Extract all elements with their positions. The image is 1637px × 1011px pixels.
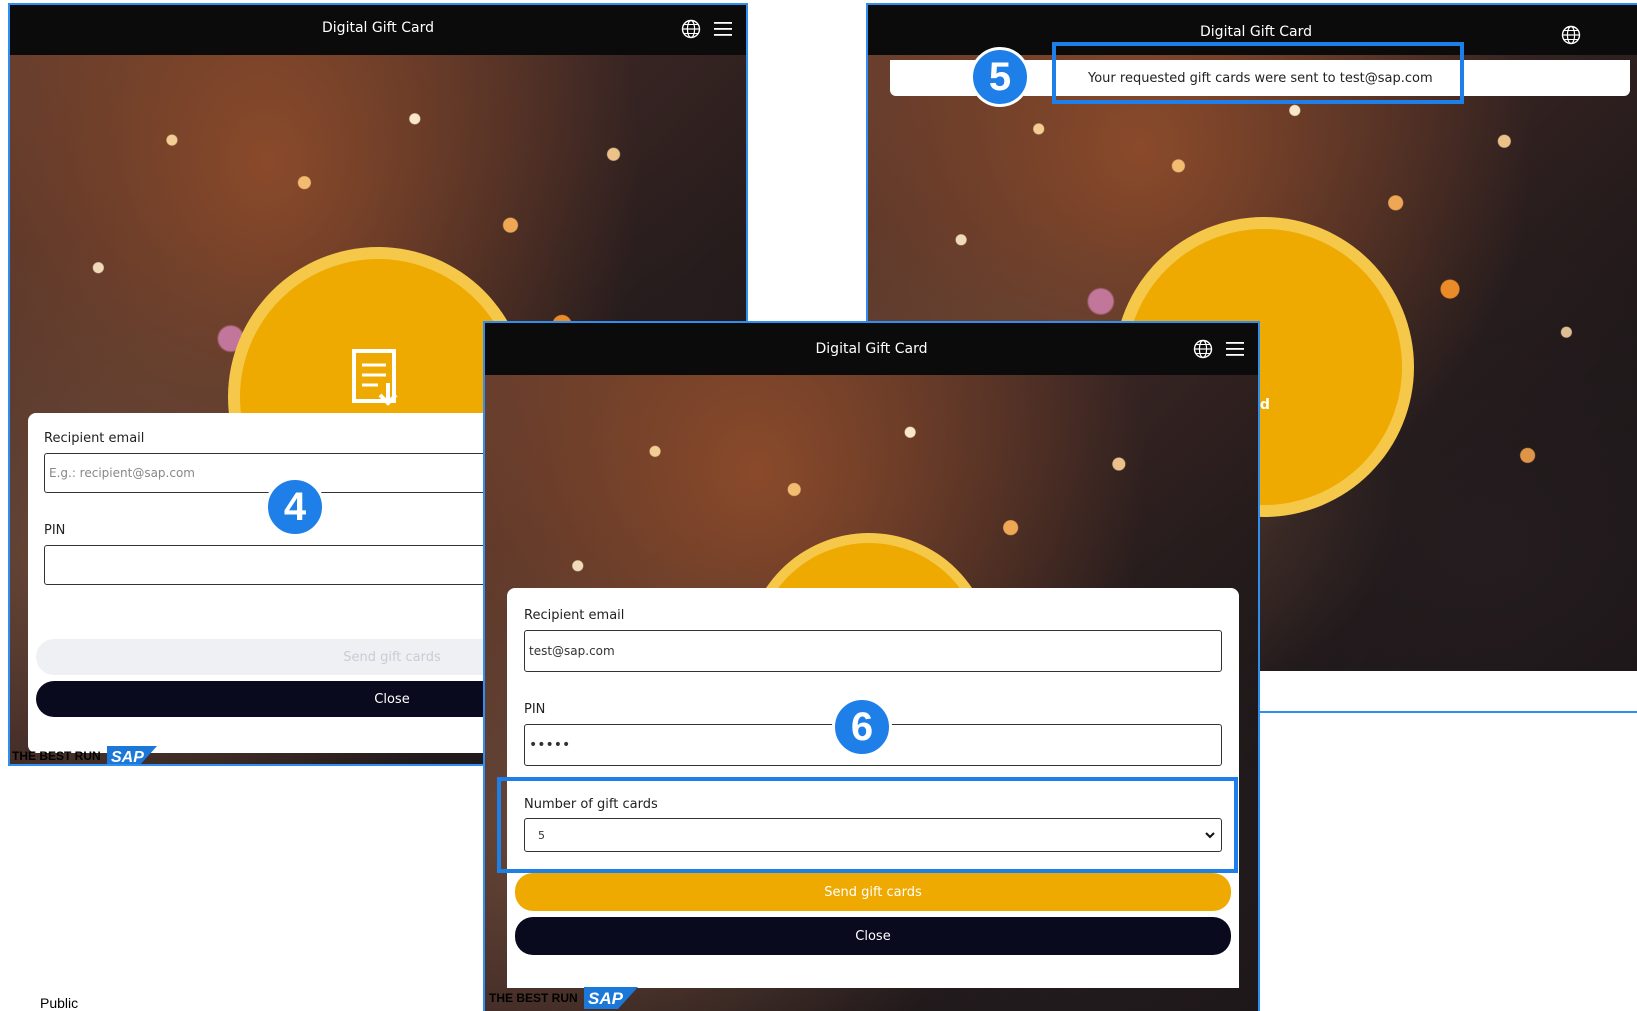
app-title: Digital Gift Card [322,20,434,36]
classification-label: Public [40,995,79,1011]
close-button[interactable]: Close [515,917,1231,955]
step-badge-5: 5 [970,47,1030,107]
app-title: Digital Gift Card [1200,24,1312,40]
logo-tagline: THE BEST RUN [489,991,578,1005]
recipient-email-label: Recipient email [44,431,145,446]
send-gift-cards-label: Send gift cards [824,884,922,900]
close-label: Close [855,928,891,944]
globe-icon[interactable] [1192,338,1214,360]
center-screen: Digital Gift Card Recipient email test@s… [483,321,1260,1011]
step-badge-6: 6 [832,697,892,757]
app-title: Digital Gift Card [815,341,928,357]
top-bar: Digital Gift Card [485,323,1258,375]
svg-text:SAP: SAP [111,749,144,766]
top-bar: Digital Gift Card [10,5,746,55]
pin-value: ••••• [529,737,571,753]
globe-icon[interactable] [680,18,702,40]
recipient-email-placeholder: E.g.: recipient@sap.com [49,466,195,480]
logo-tagline: THE BEST RUN [12,749,101,763]
recipient-email-label: Recipient email [524,608,625,623]
gift-card-count-highlight [497,777,1238,873]
send-gift-cards-button[interactable]: Send gift cards [515,873,1231,911]
svg-text:SAP: SAP [588,989,624,1008]
close-label: Close [374,691,410,707]
menu-icon[interactable] [1224,338,1246,360]
recipient-email-field[interactable]: test@sap.com [524,630,1222,672]
sap-logo: THE BEST RUN SAP [12,746,157,766]
pin-label: PIN [524,702,546,717]
send-gift-cards-label: Send gift cards [343,649,441,665]
document-download-icon [352,349,398,406]
step-badge-4: 4 [265,477,325,537]
sap-logo: THE BEST RUN SAP [489,987,638,1009]
notification-highlight [1052,42,1464,104]
globe-icon[interactable] [1560,24,1582,46]
pin-label: PIN [44,523,66,538]
menu-icon[interactable] [712,18,734,40]
recipient-email-value: test@sap.com [529,644,615,658]
